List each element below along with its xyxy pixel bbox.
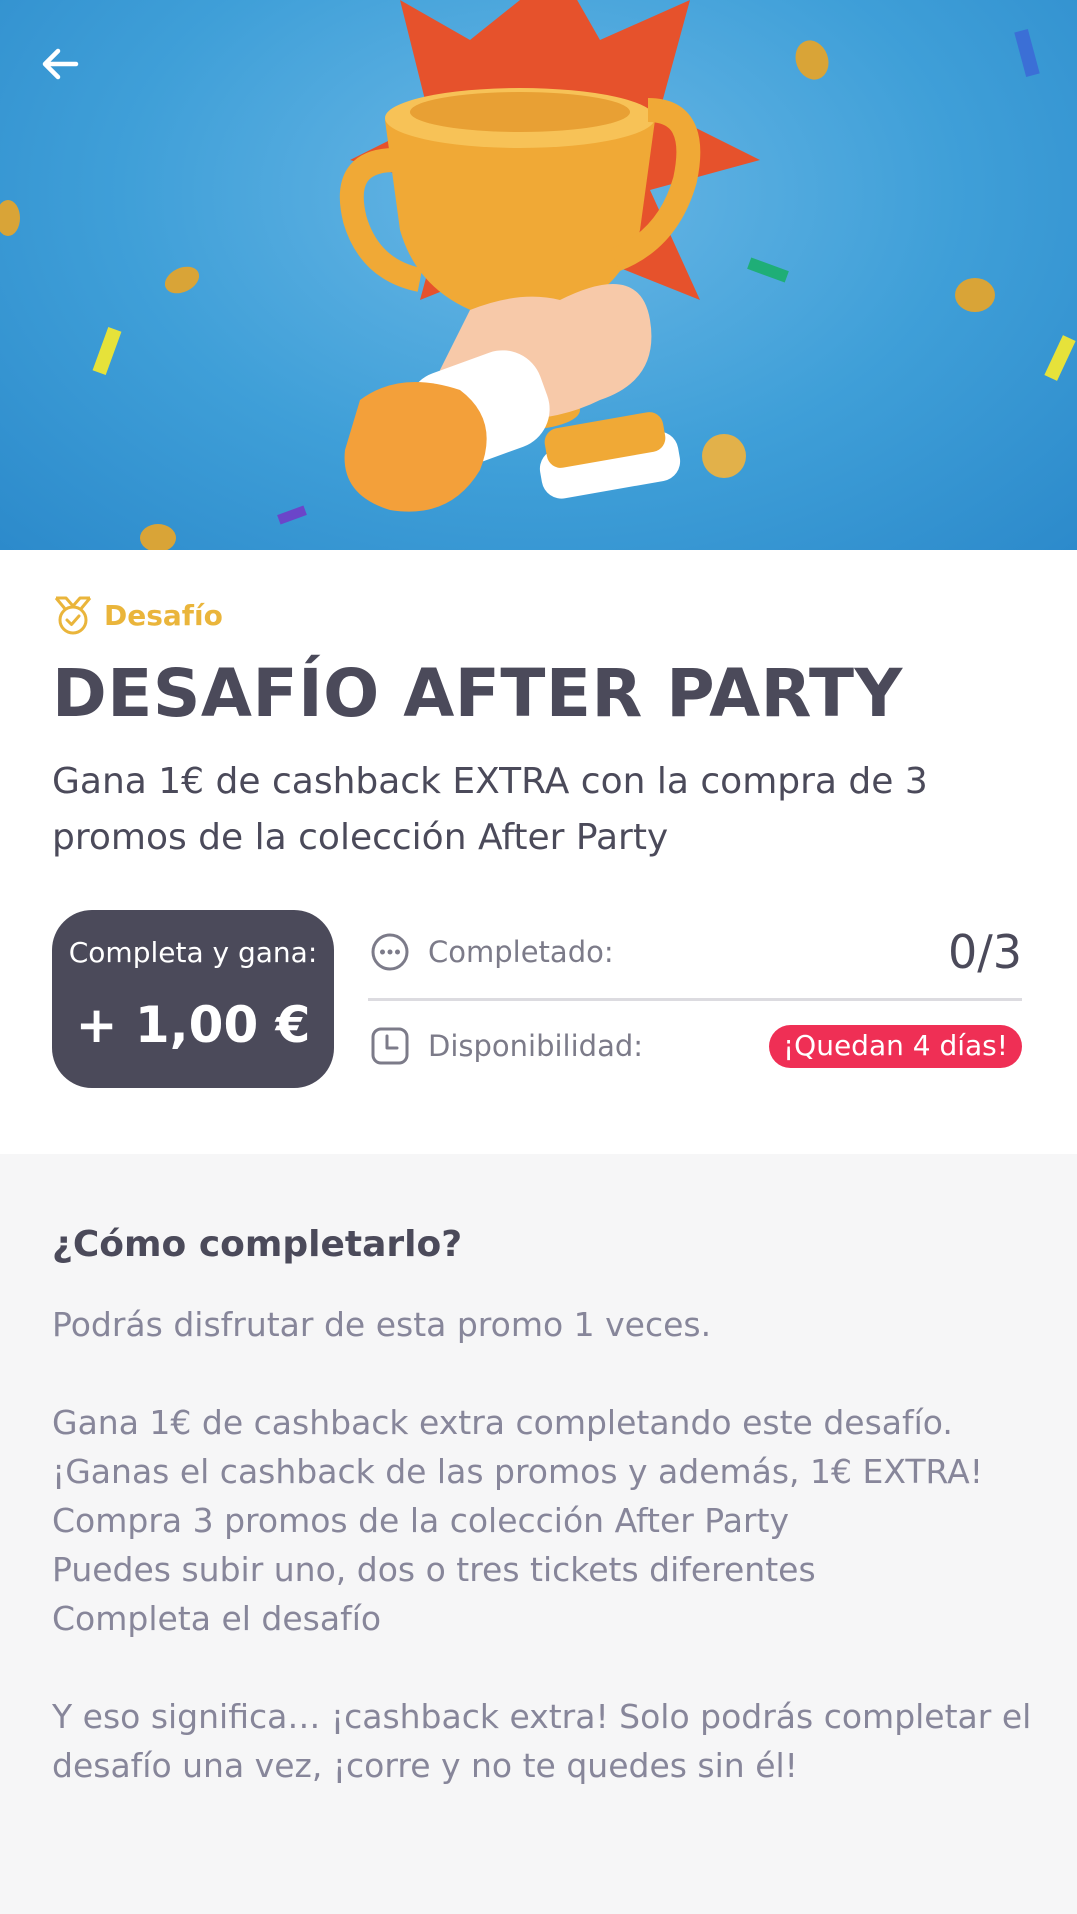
howto-line: Compra 3 promos de la colección After Pa… <box>52 1501 789 1540</box>
howto-line: Completa el desafío <box>52 1599 382 1638</box>
howto-line: ¡Ganas el cashback de las promos y ademá… <box>52 1452 983 1491</box>
progress-row: Completado: 0/3 <box>368 920 1022 984</box>
howto-title: ¿Cómo completarlo? <box>52 1224 463 1265</box>
progress-value: 0/3 <box>947 925 1022 979</box>
trophy-illustration <box>0 0 1076 550</box>
days-left-badge: ¡Quedan 4 días! <box>768 1024 1022 1068</box>
reward-card: Completa y gana: + 1,00 € <box>52 910 334 1088</box>
arrow-left-icon <box>42 48 79 80</box>
divider <box>368 998 1022 1001</box>
clock-icon <box>368 1024 412 1068</box>
challenge-tag: Desafío <box>52 594 223 636</box>
availability-row: Disponibilidad: ¡Quedan 4 días! <box>368 1024 1022 1068</box>
page-title: DESAFÍO AFTER PARTY <box>52 655 903 732</box>
reward-label: Completa y gana: <box>68 936 318 969</box>
more-dots-icon <box>368 930 412 974</box>
availability-label: Disponibilidad: <box>428 1029 644 1063</box>
howto-line: Podrás disfrutar de esta promo 1 veces. <box>52 1305 712 1344</box>
page-subtitle: Gana 1€ de cashback EXTRA con la compra … <box>52 761 928 858</box>
howto-line: Puedes subir uno, dos o tres tickets dif… <box>52 1550 816 1589</box>
hero-banner <box>0 0 1077 550</box>
medal-icon <box>54 596 92 635</box>
reward-amount: + 1,00 € <box>75 996 311 1054</box>
howto-line: Y eso significa… ¡cashback extra! Solo p… <box>52 1697 1032 1785</box>
back-button[interactable] <box>38 42 108 112</box>
howto-line: Gana 1€ de cashback extra completando es… <box>52 1403 953 1442</box>
challenge-tag-label: Desafío <box>104 598 223 632</box>
progress-label: Completado: <box>428 935 614 969</box>
challenge-detail-screen: { "hero": { "image_description_icon": "t… <box>0 0 1077 1914</box>
howto-body: Podrás disfrutar de esta promo 1 veces. … <box>52 1300 1042 1790</box>
